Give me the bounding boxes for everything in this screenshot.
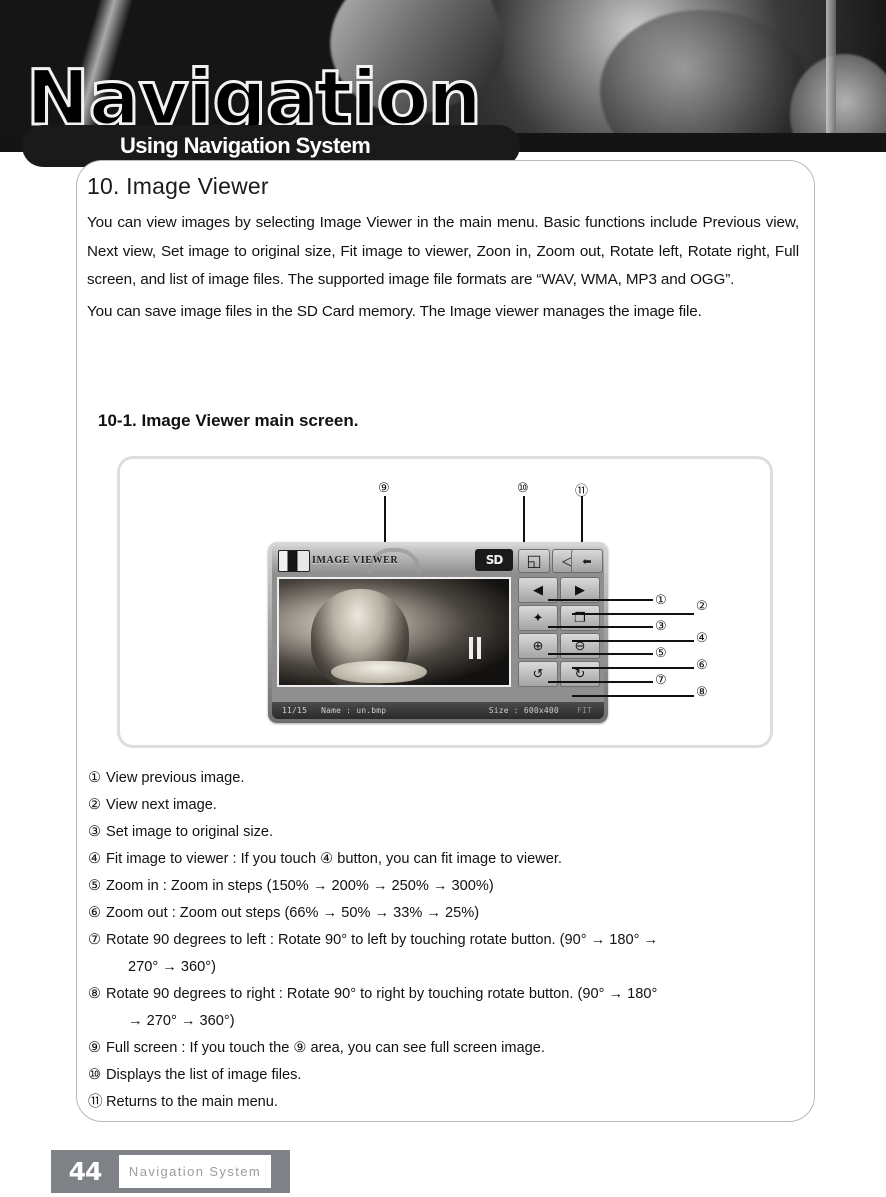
list-item-marker: ①	[88, 770, 102, 786]
leader-line-5	[548, 653, 653, 655]
status-image-size: Size : 600x400	[488, 706, 559, 715]
list-item-text: Set image to original size.	[106, 824, 274, 840]
list-item-line-1: Rotate 90 degrees to left : Rotate 90° t…	[106, 932, 659, 948]
device-screenshot: IMAGE VIEWER SD ◱ ◁ ⬅ ◀ ▶ ✦ ❐ ⊕ ⊖ ↺ ↻ 11…	[268, 542, 608, 723]
list-item: ⑨ Full screen : If you touch the ⑨ area,…	[88, 1035, 803, 1062]
list-item: ① View previous image.	[88, 765, 803, 792]
list-item-line-1: Rotate 90 degrees to right : Rotate 90° …	[106, 986, 658, 1002]
list-item-text: Displays the list of image files.	[106, 1067, 302, 1083]
list-item: ② View next image.	[88, 792, 803, 819]
list-item: ⑥ Zoom out : Zoom out steps (66% → 50% →…	[88, 900, 803, 927]
list-item: ⑦ Rotate 90 degrees to left : Rotate 90°…	[88, 927, 803, 981]
legend-list: ① View previous image. ② View next image…	[88, 765, 803, 1116]
list-item-marker: ⑧	[88, 986, 102, 1002]
device-app-title: IMAGE VIEWER	[312, 555, 399, 566]
list-item: ⑤ Zoom in : Zoom in steps (150% → 200% →…	[88, 873, 803, 900]
list-item-marker: ⑪	[88, 1094, 103, 1110]
zoom-out-button[interactable]: ⊖	[560, 633, 600, 659]
list-item: ⑧ Rotate 90 degrees to right : Rotate 90…	[88, 981, 803, 1035]
page-footer: 44 Navigation System	[51, 1150, 290, 1193]
leader-line-6	[572, 667, 694, 669]
folder-icon: ◱	[526, 553, 542, 570]
callout-9: ⑨	[378, 480, 390, 495]
rotate-right-button[interactable]: ↻	[560, 661, 600, 687]
back-arrow-icon: ⬅	[582, 555, 592, 568]
leader-line-3	[548, 626, 653, 628]
image-preview-area[interactable]	[277, 577, 511, 687]
file-list-button[interactable]: ◱	[518, 549, 550, 573]
device-screen: IMAGE VIEWER SD ◱ ◁ ⬅ ◀ ▶ ✦ ❐ ⊕ ⊖ ↺ ↻ 11…	[272, 546, 604, 719]
preview-candles	[469, 637, 481, 659]
back-button[interactable]: ⬅	[571, 549, 603, 573]
callout-5: ⑤	[655, 645, 667, 660]
leader-line-2	[572, 613, 694, 615]
list-item-text: View next image.	[106, 797, 217, 813]
leader-line-8	[572, 695, 694, 697]
list-item-text: Full screen : If you touch the ⑨ area, y…	[106, 1040, 545, 1056]
callout-3: ③	[655, 618, 667, 633]
callout-2: ②	[696, 598, 708, 613]
list-item: ③ Set image to original size.	[88, 819, 803, 846]
list-item-text: Fit image to viewer : If you touch ④ but…	[106, 851, 562, 867]
rotate-left-icon: ↺	[532, 666, 544, 681]
callout-1: ①	[655, 592, 667, 607]
device-title-bar: IMAGE VIEWER SD ◱ ◁ ⬅	[272, 546, 604, 574]
list-item-text: Rotate 90 degrees to left : Rotate 90° t…	[106, 927, 803, 981]
list-item-marker: ⑩	[88, 1067, 102, 1083]
leader-line-7	[548, 681, 653, 683]
list-item-line-2: 270° → 360°)	[128, 959, 216, 975]
callout-6: ⑥	[696, 657, 708, 672]
footer-label-box: Navigation System	[119, 1155, 271, 1188]
page-title: 10. Image Viewer	[87, 173, 269, 199]
next-arrow-icon: ▶	[575, 582, 585, 597]
list-item-marker: ⑦	[88, 932, 102, 948]
banner-shape-4	[826, 0, 836, 152]
list-item-marker: ③	[88, 824, 102, 840]
list-item-text: Rotate 90 degrees to right : Rotate 90° …	[106, 981, 803, 1035]
list-item-line-2: → 270° → 360°)	[128, 1013, 235, 1029]
callout-7: ⑦	[655, 672, 667, 687]
rotate-left-button[interactable]: ↺	[518, 661, 558, 687]
list-item-text: Returns to the main menu.	[106, 1094, 278, 1110]
callout-4: ④	[696, 630, 708, 645]
preview-cake	[331, 661, 427, 683]
list-item-text: Zoom out : Zoom out steps (66% → 50% → 3…	[106, 905, 480, 921]
list-item-marker: ④	[88, 851, 102, 867]
intro-text: You can view images by selecting Image V…	[87, 209, 799, 326]
original-size-icon: ✦	[532, 610, 544, 625]
intro-paragraph-2: You can save image files in the SD Card …	[87, 302, 702, 320]
sd-card-indicator: SD	[475, 549, 513, 571]
page-number: 44	[68, 1157, 103, 1186]
list-item: ⑪ Returns to the main menu.	[88, 1089, 803, 1116]
list-item-text: View previous image.	[106, 770, 245, 786]
control-button-grid: ◀ ▶ ✦ ❐ ⊕ ⊖ ↺ ↻	[518, 577, 602, 689]
zoom-in-button[interactable]: ⊕	[518, 633, 558, 659]
subsection-title: 10-1. Image Viewer main screen.	[98, 411, 359, 430]
list-item-marker: ⑤	[88, 878, 102, 894]
list-item: ⑩ Displays the list of image files.	[88, 1062, 803, 1089]
status-image-index: 11/15	[282, 706, 308, 715]
footer-label: Navigation System	[128, 1164, 262, 1179]
list-item-marker: ⑥	[88, 905, 102, 921]
list-item: ④ Fit image to viewer : If you touch ④ b…	[88, 846, 803, 873]
intro-paragraph-1: You can view images by selecting Image V…	[87, 214, 799, 288]
prev-arrow-icon: ◀	[533, 582, 543, 597]
image-viewer-icon	[278, 550, 310, 572]
callout-8: ⑧	[696, 684, 708, 699]
device-status-bar: 11/15 Name : un.bmp Size : 600x400 FIT	[272, 702, 604, 719]
status-fit-mode: FIT	[576, 706, 592, 715]
leader-line-1	[548, 599, 653, 601]
list-item-marker: ②	[88, 797, 102, 813]
list-item-marker: ⑨	[88, 1040, 102, 1056]
leader-line-4	[572, 640, 694, 642]
zoom-in-icon: ⊕	[532, 638, 544, 653]
chapter-title: Using Navigation System	[120, 133, 371, 158]
callout-10: ⑩	[517, 480, 529, 495]
status-file-name: Name : un.bmp	[321, 706, 387, 715]
list-item-text: Zoom in : Zoom in steps (150% → 200% → 2…	[106, 878, 494, 894]
